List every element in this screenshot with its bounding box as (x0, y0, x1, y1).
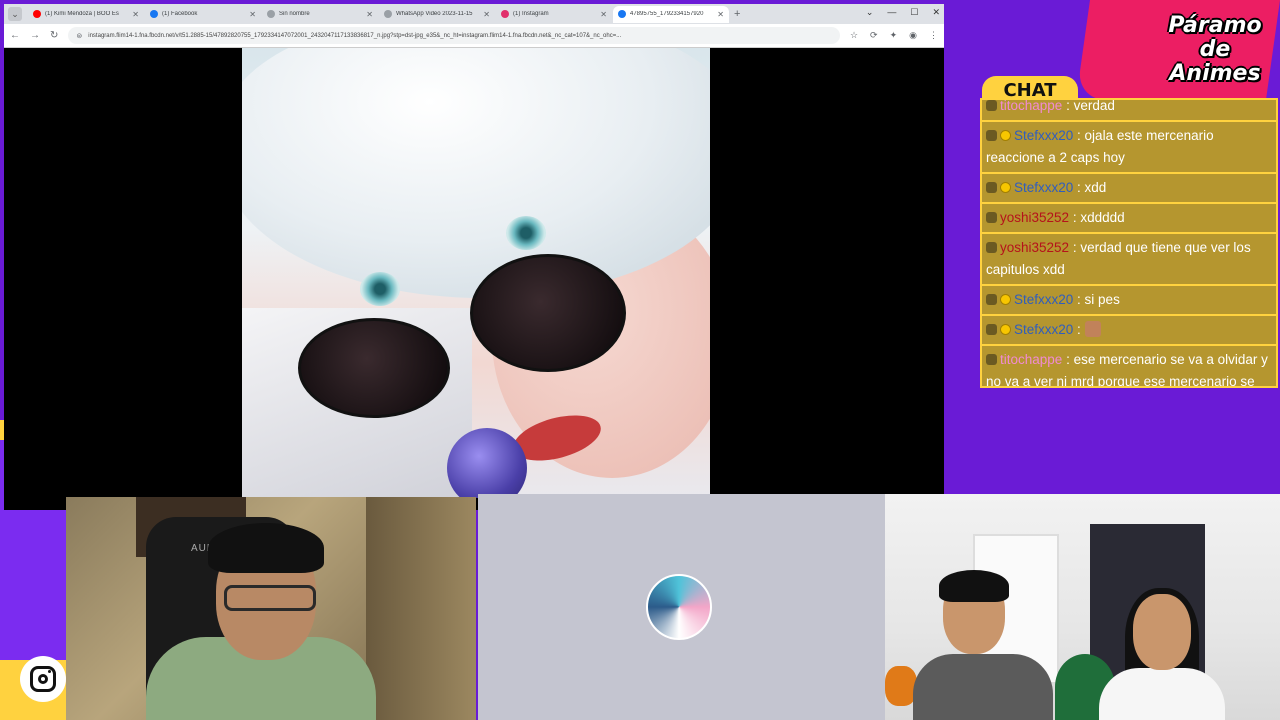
guest-avatar (646, 574, 712, 640)
chat-text: : si pes (1077, 292, 1120, 307)
browser-tab[interactable]: 47895755_1792334157920 ✕ (613, 5, 729, 23)
webcam-guests (885, 494, 1280, 720)
chat-message: yoshi35252 : xddddd (982, 204, 1276, 232)
browser-tab[interactable]: Sin nombre ✕ (262, 6, 378, 23)
tab-search-icon[interactable]: ⌄ (8, 7, 22, 21)
tab-close-icon[interactable]: ✕ (483, 10, 490, 19)
channel-logo: Páramo de Animes (1150, 14, 1280, 86)
chat-username[interactable]: Stefxxx20 (1014, 322, 1073, 337)
tab-strip: (1) Kimi Mendoza | BOO Es ✕ (1) Facebook ✕ S… (28, 5, 730, 23)
browser-tab[interactable]: WhatsApp Video 2023-11-15 ✕ (379, 6, 495, 23)
maximize-icon[interactable]: ☐ (910, 7, 918, 18)
user-badge-icon (986, 212, 997, 223)
logo-line-1: Páramo (1168, 13, 1262, 38)
coin-badge-icon (1000, 130, 1011, 141)
tab-close-icon[interactable]: ✕ (717, 10, 724, 19)
tab-bar: ⌄ (1) Kimi Mendoza | BOO Es ✕ (1) Facebook… (4, 4, 944, 24)
logo-line-2: de (1199, 37, 1231, 62)
user-badge-icon (986, 242, 997, 253)
address-bar: ← → ↻ ⊜ instagram.flim14-1.fna.fbcdn.net… (4, 24, 944, 48)
user-badge-icon (986, 100, 997, 111)
tab-favicon-icon (33, 10, 41, 18)
chat-text: : verdad (1066, 98, 1115, 113)
tab-favicon-icon (501, 10, 509, 18)
tab-close-icon[interactable]: ✕ (132, 10, 139, 19)
chat-username[interactable]: titochappe (1000, 100, 1062, 113)
browser-tab[interactable]: (1) Instagram ✕ (496, 6, 612, 23)
browser-tab[interactable]: (1) Kimi Mendoza | BOO Es ✕ (28, 6, 144, 23)
browser-window: ⌄ (1) Kimi Mendoza | BOO Es ✕ (1) Facebook… (4, 4, 944, 510)
tab-close-icon[interactable]: ✕ (600, 10, 607, 19)
logo-line-3: Animes (1169, 61, 1261, 86)
forward-icon[interactable]: → (30, 30, 40, 41)
chat-username[interactable]: yoshi35252 (1000, 240, 1069, 255)
site-info-icon[interactable]: ⊜ (76, 32, 82, 40)
chat-username[interactable]: Stefxxx20 (1014, 128, 1073, 143)
back-icon[interactable]: ← (10, 30, 20, 41)
user-badge-icon (986, 294, 997, 305)
tab-list-icon[interactable]: ⌄ (866, 7, 874, 18)
chat-username[interactable]: yoshi35252 (1000, 210, 1069, 225)
tab-title: (1) Facebook (162, 11, 198, 17)
tab-favicon-icon (267, 10, 275, 18)
chat-message: Stefxxx20 : ojala este mercenario reacci… (982, 122, 1276, 172)
webcam-guest-off (478, 494, 885, 720)
reload-icon[interactable]: ↻ (50, 30, 58, 41)
tab-title: WhatsApp Video 2023-11-15 (396, 11, 473, 17)
cosplay-photo (242, 48, 710, 498)
page-viewport (4, 48, 944, 510)
user-badge-icon (986, 324, 997, 335)
profile-icon[interactable]: ◉ (909, 30, 917, 41)
extensions-puzzle-icon[interactable]: ✦ (890, 30, 898, 41)
browser-menu-icon[interactable]: ⋮ (929, 30, 938, 41)
instagram-icon (20, 656, 66, 702)
tab-close-icon[interactable]: ✕ (249, 10, 256, 19)
chat-text: : xddddd (1072, 210, 1125, 225)
chat-username[interactable]: titochappe (1000, 352, 1062, 367)
url-field[interactable]: ⊜ instagram.flim14-1.fna.fbcdn.net/v/t51… (68, 27, 840, 44)
chat-message: yoshi35252 : verdad que tiene que ver lo… (982, 234, 1276, 284)
chat-text: : xdd (1077, 180, 1107, 195)
tab-title: 47895755_1792334157920 (630, 11, 704, 17)
close-window-icon[interactable]: ✕ (932, 7, 940, 18)
chat-message: titochappe : verdad (982, 98, 1276, 120)
chat-username[interactable]: Stefxxx20 (1014, 292, 1073, 307)
user-badge-icon (986, 354, 997, 365)
chat-panel: titochappe : verdad Stefxxx20 : ojala est… (980, 98, 1278, 388)
browser-tab[interactable]: (1) Facebook ✕ (145, 6, 261, 23)
url-text: instagram.flim14-1.fna.fbcdn.net/v/t51.2… (88, 32, 622, 39)
bookmark-star-icon[interactable]: ☆ (850, 30, 858, 41)
chat-text: : (1077, 322, 1081, 337)
toolbar-icons: ☆ ⟳ ✦ ◉ ⋮ (850, 30, 938, 41)
webcam-host: AUDAR (66, 497, 476, 720)
tab-title: Sin nombre (279, 11, 310, 17)
user-badge-icon (986, 130, 997, 141)
coin-badge-icon (1000, 324, 1011, 335)
chat-message: Stefxxx20 : (982, 316, 1276, 344)
tab-favicon-icon (150, 10, 158, 18)
new-tab-button[interactable]: + (734, 8, 740, 20)
user-badge-icon (986, 182, 997, 193)
coin-badge-icon (1000, 294, 1011, 305)
tab-title: (1) Kimi Mendoza | BOO Es (45, 11, 119, 17)
tab-favicon-icon (384, 10, 392, 18)
chat-message: Stefxxx20 : si pes (982, 286, 1276, 314)
tab-close-icon[interactable]: ✕ (366, 10, 373, 19)
chat-message: Stefxxx20 : xdd (982, 174, 1276, 202)
extension-icon[interactable]: ⟳ (870, 30, 878, 41)
chat-message: titochappe : ese mercenario se va a olvi… (982, 346, 1276, 386)
chat-message-list: titochappe : verdad Stefxxx20 : ojala est… (982, 98, 1276, 386)
chat-username[interactable]: Stefxxx20 (1014, 180, 1073, 195)
coin-badge-icon (1000, 182, 1011, 193)
minimize-icon[interactable]: — (887, 7, 896, 18)
chat-emote-icon (1084, 321, 1101, 337)
tab-favicon-icon (618, 10, 626, 18)
window-controls: ⌄ — ☐ ✕ (866, 7, 940, 18)
tab-title: (1) Instagram (513, 11, 549, 17)
